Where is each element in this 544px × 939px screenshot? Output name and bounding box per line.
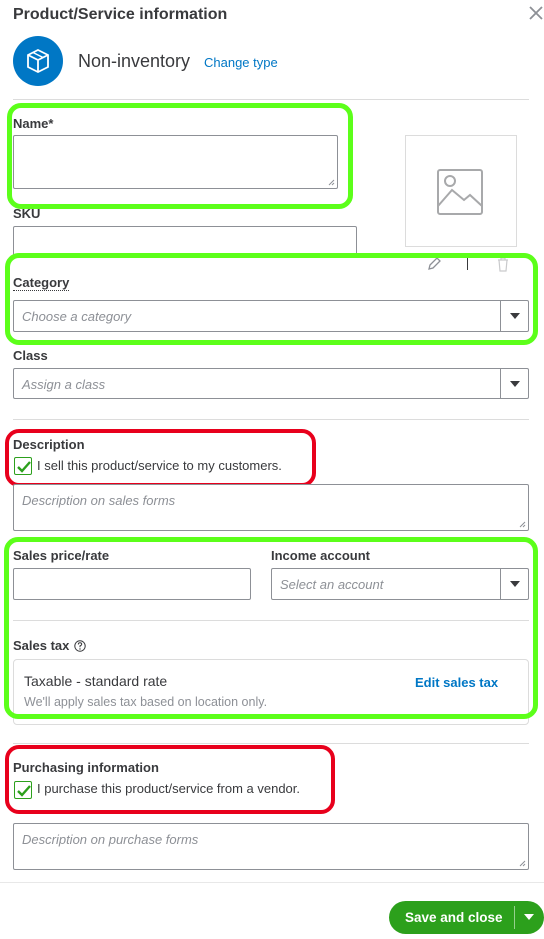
save-and-close-button[interactable]: Save and close [389, 901, 544, 934]
class-select[interactable]: Assign a class [13, 368, 529, 399]
chevron-down-icon[interactable] [500, 369, 528, 398]
sales-description-field[interactable]: Description on sales forms [13, 484, 529, 531]
highlight-category [5, 253, 538, 345]
sku-label: SKU [13, 206, 41, 221]
panel-title: Product/Service information [13, 6, 228, 23]
image-icon [437, 169, 483, 215]
sales-description-placeholder: Description on sales forms [22, 493, 176, 508]
purchase-description-field[interactable]: Description on purchase forms [13, 823, 529, 870]
purchase-description-placeholder: Description on purchase forms [22, 832, 199, 847]
divider [13, 419, 529, 420]
highlight-purchasing [5, 745, 335, 814]
chevron-down-icon[interactable] [524, 914, 534, 920]
button-separator [514, 906, 515, 929]
change-type-link[interactable]: Change type [204, 55, 278, 70]
highlight-sales-pricing [4, 537, 538, 719]
divider [13, 99, 529, 100]
highlight-sales-description [5, 429, 316, 487]
product-image-placeholder[interactable] [405, 135, 517, 247]
class-label: Class [13, 348, 48, 363]
divider [13, 743, 529, 744]
box-icon [13, 36, 63, 86]
class-placeholder: Assign a class [22, 377, 106, 392]
save-and-close-label: Save and close [405, 910, 503, 925]
sku-field[interactable] [13, 226, 357, 256]
close-icon[interactable] [526, 3, 544, 23]
footer-divider [0, 882, 544, 883]
highlight-name [7, 103, 353, 209]
item-type-label: Non-inventory [78, 51, 191, 71]
